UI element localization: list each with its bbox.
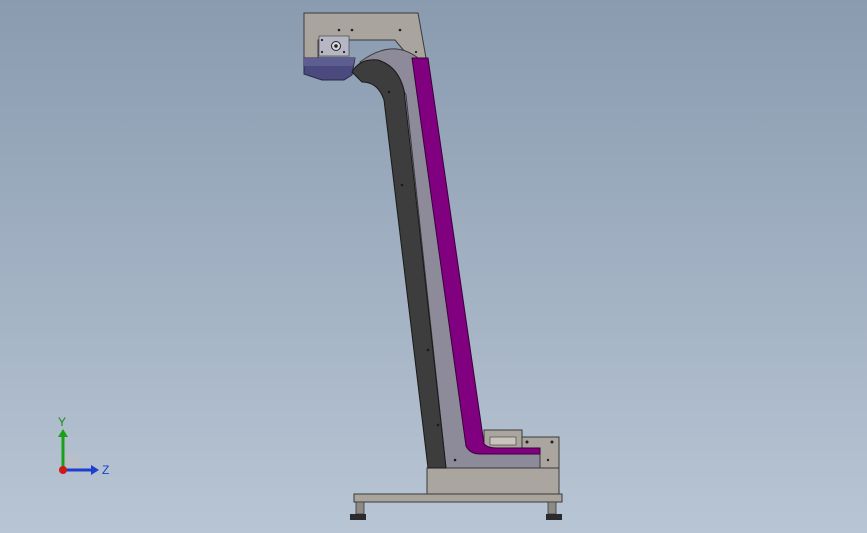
upper-housing [303, 12, 427, 59]
y-axis-label: Y [58, 415, 66, 429]
y-axis-arrow-icon [58, 429, 68, 437]
z-axis-arrow-icon [91, 465, 99, 475]
axis-triad: Y Z [58, 415, 109, 477]
x-axis-dot-icon [59, 466, 67, 474]
z-axis-label: Z [102, 463, 109, 477]
conveyor-model[interactable] [0, 0, 867, 533]
cad-viewport[interactable]: Y Z [0, 0, 867, 533]
triad-plane [63, 450, 83, 470]
leveling-foot-left [350, 514, 366, 520]
base-stand [353, 493, 563, 515]
leveling-foot-right [546, 514, 562, 520]
discharge-chute [303, 57, 356, 81]
